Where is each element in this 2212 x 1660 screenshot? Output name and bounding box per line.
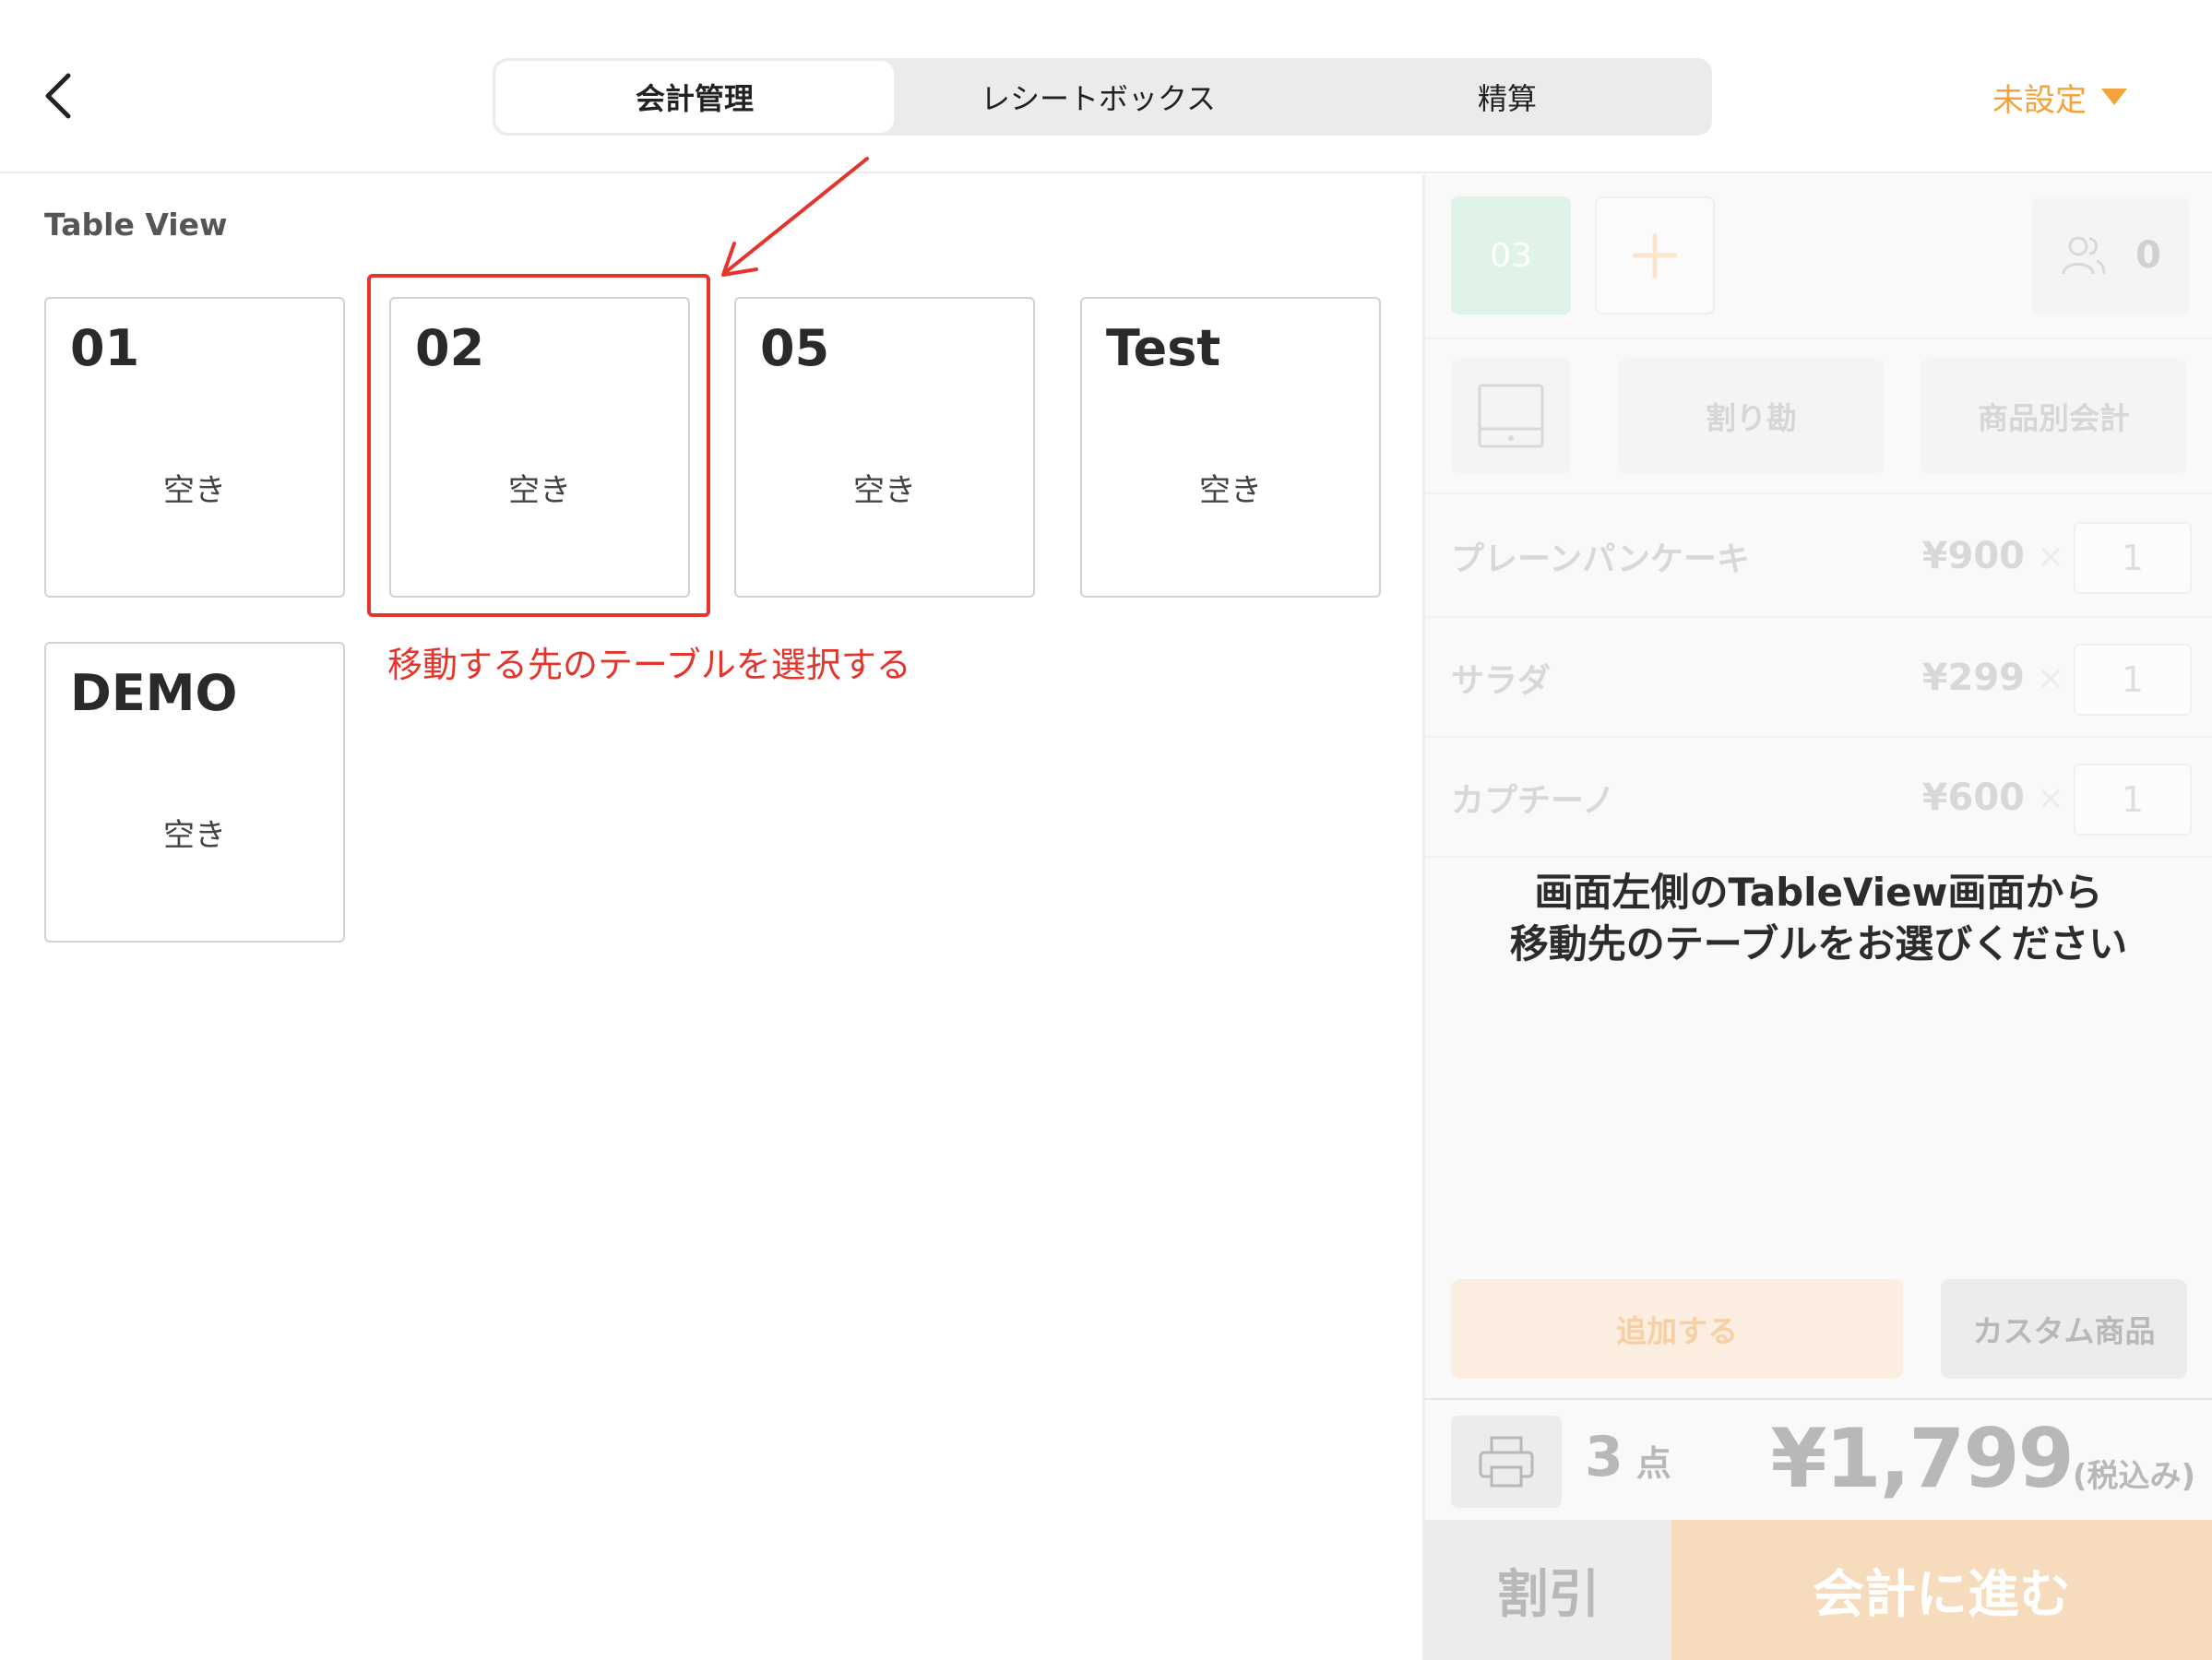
- item-count-unit: 点: [1635, 1443, 1671, 1484]
- item-name: サラダ: [1451, 662, 1552, 700]
- table-status: 空き: [163, 472, 226, 509]
- table-number: Test: [1106, 319, 1221, 377]
- table-card-05[interactable]: 05 空き: [734, 297, 1035, 598]
- order-item-row: プレーンパンケーキ ¥900 × 1: [1425, 496, 2212, 616]
- caret-down-icon: [2101, 89, 2127, 105]
- annotation-highlight-box: [367, 274, 710, 617]
- segmented-control: 会計管理 レシートボックス 精算: [493, 58, 1712, 136]
- item-quantity-input[interactable]: 1: [2074, 764, 2192, 836]
- cash-drawer-icon: [1478, 384, 1544, 448]
- checkout-button[interactable]: 会計に進む: [1671, 1520, 2212, 1660]
- printer-icon: [1479, 1436, 1534, 1488]
- custom-item-button[interactable]: カスタム商品: [1941, 1279, 2187, 1379]
- current-table-chip[interactable]: 03: [1451, 196, 1571, 314]
- table-status: 空き: [163, 817, 226, 854]
- table-card-01[interactable]: 01 空き: [44, 297, 345, 598]
- status-dropdown-label: 未設定: [1992, 81, 2087, 119]
- instruction-line-1: 画面左側のTableView画面から: [1534, 870, 2103, 915]
- item-quantity-input[interactable]: 1: [2074, 522, 2192, 594]
- print-button[interactable]: [1451, 1416, 1562, 1508]
- split-bill-button[interactable]: 割り勘: [1618, 358, 1885, 474]
- cash-drawer-button[interactable]: [1451, 358, 1571, 474]
- divider: [1425, 856, 2212, 858]
- tax-note: (税込み): [2072, 1458, 2195, 1495]
- instruction-message: 画面左側のTableView画面から 移動先のテーブルをお選びください: [1425, 867, 2212, 970]
- total-amount: ¥1,799 (税込み): [1753, 1411, 2195, 1512]
- order-item-row: サラダ ¥299 × 1: [1425, 618, 2212, 738]
- times-sign: ×: [2037, 658, 2065, 697]
- table-number: DEMO: [70, 664, 238, 722]
- chevron-left-icon: [45, 73, 71, 119]
- times-sign: ×: [2037, 778, 2065, 817]
- guest-count: 0: [2135, 234, 2161, 277]
- item-price: ¥600: [1921, 777, 2025, 819]
- times-sign: ×: [2037, 537, 2065, 575]
- add-table-button[interactable]: [1595, 196, 1715, 314]
- item-name: プレーンパンケーキ: [1451, 540, 1751, 578]
- plus-icon: [1632, 232, 1678, 279]
- annotation-text: 移動する先のテーブルを選択する: [387, 645, 911, 685]
- annotation-arrow-icon: [721, 157, 869, 277]
- back-button[interactable]: [37, 66, 81, 125]
- table-view-title: Table View: [44, 207, 228, 243]
- table-number: 05: [760, 319, 830, 377]
- divider: [1425, 492, 2212, 494]
- item-payment-button[interactable]: 商品別会計: [1921, 358, 2187, 474]
- table-status: 空き: [1199, 472, 1262, 509]
- people-icon: [2062, 236, 2106, 275]
- tab-settlement[interactable]: 精算: [1302, 58, 1712, 136]
- order-item-row: カプチーノ ¥600 × 1: [1425, 738, 2212, 858]
- tab-receipt-box[interactable]: レシートボックス: [894, 58, 1302, 136]
- total-value: ¥1,799: [1770, 1411, 2075, 1506]
- item-name: カプチーノ: [1451, 782, 1615, 820]
- add-item-button[interactable]: 追加する: [1451, 1279, 1903, 1379]
- table-status: 空き: [853, 472, 916, 509]
- guest-count-button[interactable]: 0: [2032, 196, 2189, 314]
- table-card-test[interactable]: Test 空き: [1080, 297, 1381, 598]
- tab-accounting[interactable]: 会計管理: [495, 61, 894, 133]
- item-count-value: 3: [1585, 1425, 1623, 1489]
- item-price: ¥299: [1921, 657, 2025, 699]
- table-card-demo[interactable]: DEMO 空き: [44, 642, 345, 943]
- divider: [1425, 338, 2212, 339]
- table-number: 01: [70, 319, 140, 377]
- item-price: ¥900: [1921, 535, 2025, 577]
- discount-button[interactable]: 割引: [1425, 1520, 1671, 1660]
- status-dropdown[interactable]: 未設定: [1992, 74, 2129, 120]
- item-quantity-input[interactable]: 1: [2074, 644, 2192, 716]
- instruction-line-2: 移動先のテーブルをお選びください: [1509, 921, 2128, 966]
- divider: [1425, 1398, 2212, 1400]
- item-count: 3 点: [1585, 1425, 1671, 1499]
